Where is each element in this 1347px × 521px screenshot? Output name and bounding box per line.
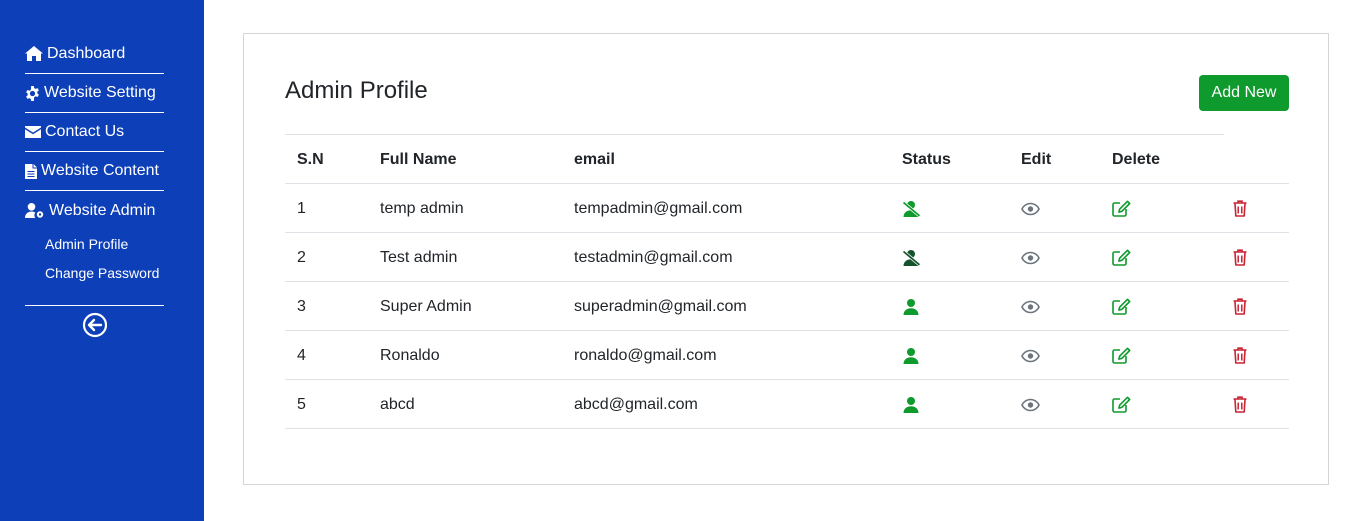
user-slash-icon (902, 200, 921, 217)
sidebar-subitem-admin-profile[interactable]: Admin Profile (45, 234, 164, 263)
arrow-circle-left-icon (82, 312, 108, 338)
cell-email: superadmin@gmail.com (574, 297, 747, 315)
admin-profile-card: Admin Profile Add New S.N Full Name emai… (243, 33, 1329, 485)
edit-icon (1112, 298, 1131, 315)
sidebar-item-dashboard[interactable]: Dashboard (25, 34, 164, 74)
trash-icon (1233, 298, 1247, 315)
edit-button[interactable] (1112, 200, 1131, 217)
file-icon (25, 163, 37, 179)
trash-icon (1233, 347, 1247, 364)
table-header: S.N Full Name email Status Edit Delete (285, 135, 1289, 184)
view-button[interactable] (1021, 300, 1040, 314)
eye-icon (1021, 202, 1040, 215)
eye-icon (1021, 300, 1040, 313)
sidebar-subitem-change-password[interactable]: Change Password (45, 263, 164, 292)
sidebar-item-contact-us[interactable]: Contact Us (25, 113, 164, 152)
column-header-full-name: Full Name (380, 150, 457, 168)
page-title: Admin Profile (285, 77, 428, 104)
sidebar-item-label: Dashboard (47, 44, 126, 62)
sidebar-item-website-setting[interactable]: Website Setting (25, 74, 164, 113)
status-toggle[interactable] (902, 396, 921, 413)
admin-table: S.N Full Name email Status Edit Delete 1… (285, 134, 1289, 429)
edit-button[interactable] (1112, 249, 1131, 266)
cell-full-name: abcd (380, 395, 415, 413)
table-row: 4 Ronaldo ronaldo@gmail.com (285, 331, 1289, 380)
view-button[interactable] (1021, 398, 1040, 412)
delete-button[interactable] (1233, 249, 1247, 266)
status-toggle[interactable] (902, 249, 921, 266)
table-row: 3 Super Admin superadmin@gmail.com (285, 282, 1289, 331)
sidebar-item-label: Website Setting (44, 84, 156, 101)
sidebar-item-label: Website Content (41, 162, 159, 179)
user-cog-icon (25, 203, 45, 218)
cell-sn: 5 (297, 395, 306, 413)
user-icon (903, 396, 919, 413)
cell-sn: 4 (297, 346, 306, 364)
sidebar: Dashboard Website Setting Contact Us Web… (0, 0, 204, 521)
view-button[interactable] (1021, 251, 1040, 265)
edit-icon (1112, 200, 1131, 217)
eye-icon (1021, 398, 1040, 411)
edit-icon (1112, 396, 1131, 413)
column-header-delete: Delete (1112, 150, 1161, 168)
add-new-button[interactable]: Add New (1199, 75, 1289, 111)
cell-email: tempadmin@gmail.com (574, 199, 743, 217)
edit-button[interactable] (1112, 396, 1131, 413)
gear-icon (25, 85, 40, 101)
cell-full-name: Ronaldo (380, 346, 440, 364)
column-header-sn: S.N (297, 150, 324, 168)
sidebar-item-label: Contact Us (45, 123, 125, 140)
eye-icon (1021, 251, 1040, 264)
cell-email: ronaldo@gmail.com (574, 346, 717, 364)
cell-sn: 3 (297, 297, 306, 315)
status-toggle[interactable] (902, 347, 921, 364)
column-header-status: Status (902, 150, 951, 168)
edit-button[interactable] (1112, 347, 1131, 364)
column-header-edit: Edit (1021, 150, 1052, 168)
envelope-icon (25, 126, 41, 138)
delete-button[interactable] (1233, 298, 1247, 315)
delete-button[interactable] (1233, 347, 1247, 364)
delete-button[interactable] (1233, 396, 1247, 413)
sidebar-item-website-admin[interactable]: Website Admin (25, 191, 164, 230)
view-button[interactable] (1021, 349, 1040, 363)
cell-sn: 2 (297, 248, 306, 266)
cell-full-name: Test admin (380, 248, 458, 266)
view-button[interactable] (1021, 202, 1040, 216)
edit-icon (1112, 347, 1131, 364)
status-toggle[interactable] (902, 298, 921, 315)
table-body: 1 temp admin tempadmin@gmail.com 2 Test … (285, 184, 1289, 429)
sidebar-item-label: Website Admin (49, 201, 156, 219)
cell-email: abcd@gmail.com (574, 395, 698, 413)
edit-icon (1112, 249, 1131, 266)
home-icon (25, 46, 43, 61)
trash-icon (1233, 200, 1247, 217)
user-icon (903, 298, 919, 315)
delete-button[interactable] (1233, 200, 1247, 217)
trash-icon (1233, 396, 1247, 413)
trash-icon (1233, 249, 1247, 266)
user-slash-icon (902, 249, 921, 266)
cell-full-name: Super Admin (380, 297, 472, 315)
sidebar-divider (25, 305, 164, 306)
cell-full-name: temp admin (380, 199, 464, 217)
table-row: 1 temp admin tempadmin@gmail.com (285, 184, 1289, 233)
eye-icon (1021, 349, 1040, 362)
cell-sn: 1 (297, 199, 306, 217)
edit-button[interactable] (1112, 298, 1131, 315)
sidebar-item-website-content[interactable]: Website Content (25, 152, 164, 191)
table-header-row: S.N Full Name email Status Edit Delete (285, 135, 1289, 184)
cell-email: testadmin@gmail.com (574, 248, 733, 266)
table-row: 2 Test admin testadmin@gmail.com (285, 233, 1289, 282)
column-header-email: email (574, 150, 615, 168)
back-button[interactable] (82, 312, 108, 338)
sidebar-subnav: Admin Profile Change Password (25, 234, 164, 292)
status-toggle[interactable] (902, 200, 921, 217)
user-icon (903, 347, 919, 364)
sidebar-nav: Dashboard Website Setting Contact Us Web… (25, 34, 164, 306)
table-row: 5 abcd abcd@gmail.com (285, 380, 1289, 429)
